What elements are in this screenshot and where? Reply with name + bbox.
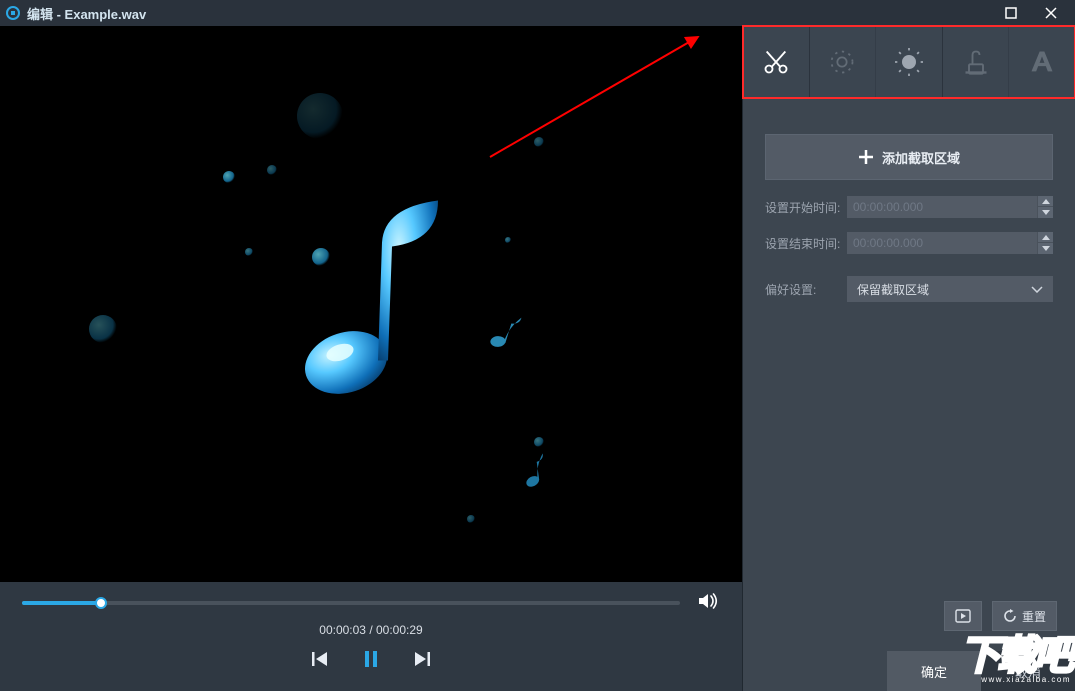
pause-button[interactable] xyxy=(364,651,378,667)
start-time-input[interactable] xyxy=(847,196,1037,218)
timeline[interactable] xyxy=(0,582,742,617)
volume-icon[interactable] xyxy=(698,592,720,613)
tab-adjust[interactable] xyxy=(810,26,877,98)
tab-cut[interactable] xyxy=(743,26,810,98)
start-time-up[interactable] xyxy=(1038,196,1053,207)
cancel-button[interactable]: 取消 xyxy=(981,651,1075,691)
annotation-arrow xyxy=(490,36,699,158)
start-time-down[interactable] xyxy=(1038,207,1053,218)
start-time-label: 设置开始时间: xyxy=(765,199,847,216)
end-time-label: 设置结束时间: xyxy=(765,235,847,252)
time-display: 00:00:03 / 00:00:29 xyxy=(0,617,742,647)
tab-watermark[interactable] xyxy=(943,26,1010,98)
ok-button[interactable]: 确定 xyxy=(887,651,981,691)
prev-frame-button[interactable] xyxy=(312,652,328,666)
maximize-button[interactable] xyxy=(991,0,1031,26)
tool-tabs xyxy=(743,26,1075,98)
close-button[interactable] xyxy=(1031,0,1071,26)
add-region-button[interactable]: 添加截取区域 xyxy=(765,134,1053,180)
pref-label: 偏好设置: xyxy=(765,281,847,298)
next-frame-button[interactable] xyxy=(414,652,430,666)
reset-button[interactable]: 重置 xyxy=(992,601,1057,631)
window-title: 编辑 - Example.wav xyxy=(27,4,146,23)
pref-select[interactable]: 保留截取区域 xyxy=(847,276,1053,302)
end-time-down[interactable] xyxy=(1038,243,1053,254)
preview-area xyxy=(0,26,742,582)
play-clip-button[interactable] xyxy=(944,601,982,631)
app-logo-icon xyxy=(6,6,20,20)
tab-effect[interactable] xyxy=(876,26,943,98)
end-time-up[interactable] xyxy=(1038,232,1053,243)
tab-text[interactable] xyxy=(1009,26,1075,98)
music-note-icon xyxy=(296,193,446,416)
titlebar: 编辑 - Example.wav xyxy=(0,0,1075,26)
seek-slider[interactable] xyxy=(22,601,680,605)
end-time-input[interactable] xyxy=(847,232,1037,254)
